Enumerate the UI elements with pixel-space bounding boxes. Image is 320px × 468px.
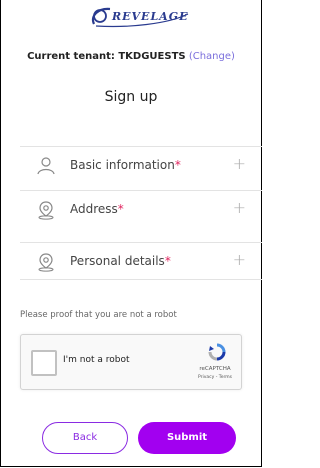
change-tenant-link[interactable]: (Change) bbox=[189, 51, 235, 62]
person-icon bbox=[36, 156, 56, 176]
recaptcha-widget: I'm not a robot reCAPTCHA Privacy - Term… bbox=[20, 334, 242, 390]
required-mark: * bbox=[164, 254, 171, 268]
section-basic-information[interactable]: Basic information* + bbox=[20, 146, 262, 183]
required-mark: * bbox=[174, 158, 181, 172]
section-label: Basic information* bbox=[70, 158, 181, 172]
recaptcha-brand: reCAPTCHA bbox=[199, 366, 231, 372]
current-tenant: Current tenant: TKDGUESTS (Change) bbox=[0, 51, 262, 62]
map-pin-icon bbox=[36, 200, 56, 220]
change-tenant-text[interactable]: Change bbox=[193, 51, 231, 62]
tenant-label: Current tenant: TKDGUESTS bbox=[27, 51, 186, 62]
captcha-checkbox-label: I'm not a robot bbox=[63, 355, 130, 365]
section-label: Address* bbox=[70, 202, 124, 216]
expand-icon[interactable]: + bbox=[233, 250, 246, 269]
app-frame bbox=[0, 0, 262, 467]
captcha-checkbox[interactable] bbox=[31, 350, 57, 376]
recaptcha-links[interactable]: Privacy - Terms bbox=[191, 375, 239, 380]
map-pin-icon bbox=[36, 252, 56, 272]
section-label: Personal details* bbox=[70, 254, 171, 268]
required-mark: * bbox=[117, 202, 124, 216]
expand-icon[interactable]: + bbox=[233, 198, 246, 217]
captcha-prompt: Please proof that you are not a robot bbox=[20, 310, 177, 320]
expand-icon[interactable]: + bbox=[233, 154, 246, 173]
section-personal-details[interactable]: Personal details* + bbox=[20, 242, 262, 280]
back-button[interactable]: Back bbox=[42, 422, 128, 454]
logo-text: REVELAGE bbox=[112, 10, 189, 23]
section-address[interactable]: Address* + bbox=[20, 190, 262, 227]
page-title: Sign up bbox=[104, 89, 158, 105]
revelage-logo: REVELAGE bbox=[88, 4, 192, 30]
recaptcha-icon bbox=[208, 343, 226, 361]
submit-button[interactable]: Submit bbox=[138, 422, 236, 454]
